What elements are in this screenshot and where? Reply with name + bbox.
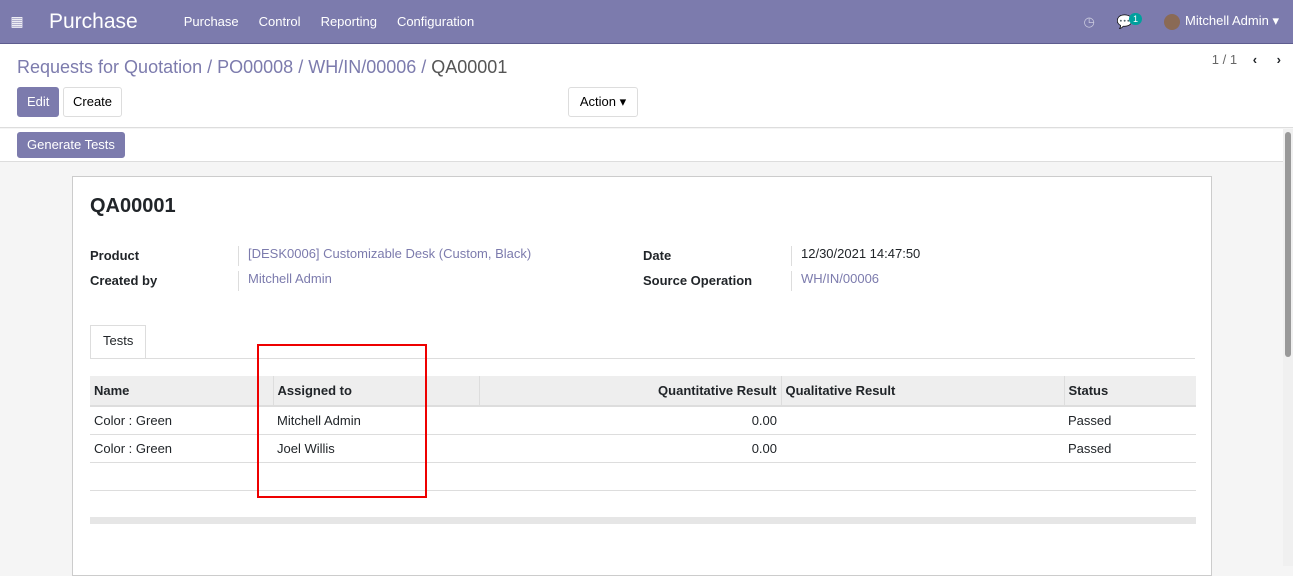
cell-quantitative: 0.00 — [479, 406, 781, 435]
breadcrumb-rfq[interactable]: Requests for Quotation — [17, 57, 202, 77]
cell-status: Passed — [1064, 406, 1196, 435]
col-name[interactable]: Name — [90, 376, 273, 407]
user-name: Mitchell Admin — [1185, 13, 1269, 29]
highlight-box — [257, 344, 427, 498]
menu-purchase[interactable]: Purchase — [184, 14, 239, 29]
scrollbar[interactable] — [1283, 129, 1293, 566]
apps-menu-icon[interactable]: ▦ — [0, 13, 34, 30]
action-dropdown[interactable]: Action ▾ — [568, 87, 638, 117]
table-footer — [90, 517, 1196, 524]
empty-row — [90, 462, 1196, 491]
app-name: Purchase — [49, 9, 138, 33]
table-row[interactable]: Color : Green Mitchell Admin 0.00 Passed — [90, 406, 1196, 435]
product-label: Product — [90, 248, 140, 263]
created-by-label: Created by — [90, 273, 158, 288]
form-sheet: QA00001 Product [DESK0006] Customizable … — [72, 176, 1212, 576]
top-navbar: ▦ Purchase Purchase Control Reporting Co… — [0, 0, 1293, 44]
cell-qualitative — [781, 406, 1064, 435]
record-title: QA00001 — [90, 195, 176, 217]
edit-button[interactable]: Edit — [17, 87, 60, 117]
cell-name: Color : Green — [90, 406, 273, 435]
col-status[interactable]: Status — [1063, 376, 1196, 407]
col-quantitative[interactable]: Quantitative Result — [478, 376, 781, 407]
tab-tests[interactable]: Tests — [90, 325, 147, 359]
cell-name: Color : Green — [90, 434, 273, 463]
statusbar: Generate Tests — [0, 129, 1283, 162]
pager-prev-icon[interactable]: ‹ — [1253, 52, 1257, 67]
menu-reporting[interactable]: Reporting — [321, 14, 377, 29]
breadcrumb-picking[interactable]: WH/IN/00006 — [308, 57, 416, 77]
messages-badge: 1 — [1129, 12, 1143, 25]
control-panel: Requests for Quotation / PO00008 / WH/IN… — [0, 44, 1293, 128]
date-value: 12/30/2021 14:47:50 — [791, 246, 920, 266]
source-label: Source Operation — [643, 273, 753, 288]
breadcrumb: Requests for Quotation / PO00008 / WH/IN… — [17, 57, 507, 78]
create-button[interactable]: Create — [63, 87, 123, 117]
created-by-link[interactable]: Mitchell Admin — [238, 271, 332, 291]
sep: / — [416, 57, 432, 77]
avatar — [1164, 13, 1181, 30]
menu-control[interactable]: Control — [259, 14, 301, 29]
breadcrumb-po[interactable]: PO00008 — [217, 57, 293, 77]
table-row[interactable]: Color : Green Joel Willis 0.00 Passed — [90, 434, 1196, 463]
cell-qualitative — [781, 434, 1064, 463]
source-link[interactable]: WH/IN/00006 — [791, 271, 879, 291]
cell-status: Passed — [1064, 434, 1196, 463]
sep: / — [202, 57, 218, 77]
menu-configuration[interactable]: Configuration — [397, 14, 474, 29]
tab-divider — [90, 358, 1195, 359]
tests-table: Name Assigned to Quantitative Result Qua… — [90, 376, 1196, 491]
messages-button[interactable]: 💬1 — [1117, 12, 1143, 30]
breadcrumb-current: QA00001 — [431, 57, 508, 77]
col-qualitative[interactable]: Qualitative Result — [780, 376, 1064, 407]
date-label: Date — [643, 248, 672, 263]
pager-value: 1 / 1 — [1211, 52, 1238, 67]
product-link[interactable]: [DESK0006] Customizable Desk (Custom, Bl… — [238, 246, 531, 266]
generate-tests-button[interactable]: Generate Tests — [17, 132, 125, 158]
sep: / — [293, 57, 309, 77]
scrollbar-thumb[interactable] — [1285, 132, 1291, 357]
cell-quantitative: 0.00 — [479, 434, 781, 463]
action-label: Action — [579, 94, 616, 109]
user-menu[interactable]: Mitchell Admin ▾ — [1164, 13, 1279, 30]
activity-clock-icon[interactable]: ◷ — [1084, 14, 1095, 30]
pager-next-icon[interactable]: › — [1277, 52, 1281, 67]
